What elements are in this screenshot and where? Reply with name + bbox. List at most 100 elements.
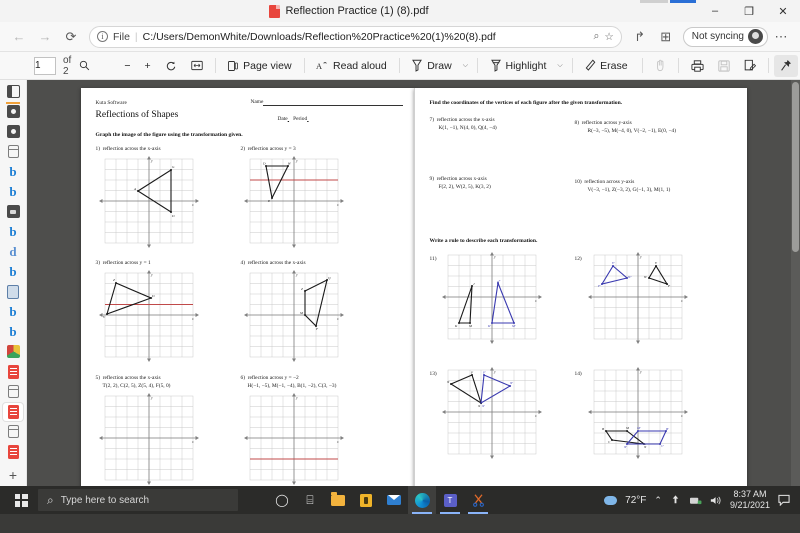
sidebar-item-pdf-1[interactable] — [3, 363, 23, 381]
sidebar-item-video-dark[interactable] — [3, 203, 23, 221]
print-button[interactable] — [685, 55, 710, 77]
avatar[interactable] — [748, 29, 763, 44]
omnibox-search-icon[interactable]: ⌕ — [593, 30, 599, 43]
fit-page-button[interactable] — [185, 55, 209, 77]
onedrive-icon[interactable] — [670, 494, 681, 506]
tray-expand-chevron-icon[interactable]: ⌃ — [654, 495, 662, 506]
browser-settings-icon[interactable]: ⋯ — [768, 25, 794, 49]
sidebar-item-book-blue[interactable] — [3, 283, 23, 301]
sidebar-item-profile-2[interactable] — [3, 123, 23, 141]
sidebar-item-bing-3[interactable]: b — [3, 223, 23, 241]
forward-icon[interactable]: → — [32, 25, 58, 49]
reader-scrollbar[interactable] — [791, 80, 800, 486]
favorite-star-icon[interactable]: ☆ — [604, 31, 613, 43]
reader-scrollbar-thumb[interactable] — [792, 82, 799, 252]
svg-text:x: x — [336, 440, 339, 444]
hand-tool-button[interactable] — [648, 55, 672, 77]
draw-button[interactable]: Draw — [405, 55, 458, 77]
svg-text:W': W' — [628, 275, 632, 279]
svg-text:x: x — [191, 203, 194, 207]
site-info-icon[interactable]: i — [97, 31, 108, 42]
pin-toolbar-button[interactable] — [774, 54, 798, 77]
read-aloud-button[interactable]: A Read aloud — [310, 55, 393, 77]
profile-sync-button[interactable]: Not syncing — [682, 26, 768, 47]
add-tab-button[interactable]: + — [3, 466, 23, 484]
clock[interactable]: 8:37 AM 9/21/2021 — [730, 489, 770, 510]
svg-text:Q: Q — [328, 276, 331, 280]
sidebar-item-pdf-current[interactable] — [3, 403, 23, 421]
action-center-icon[interactable] — [778, 494, 790, 506]
sidebar-item-bing-5[interactable]: b — [3, 303, 23, 321]
rotate-glyph — [166, 61, 175, 70]
draw-chevron-down-icon[interactable]: ⌵ — [460, 62, 471, 70]
bing-icon: b — [9, 224, 17, 240]
sidebar-item-bing-2[interactable]: b — [3, 183, 23, 201]
window-icon — [7, 425, 19, 439]
extensions-icon[interactable]: ⊞ — [653, 25, 679, 49]
rotate-button[interactable] — [159, 55, 183, 77]
svg-text:x: x — [191, 317, 194, 321]
svg-text:X: X — [477, 404, 481, 408]
svg-text:F': F' — [482, 371, 486, 375]
minimize-button[interactable]: – — [698, 0, 732, 22]
volume-icon[interactable] — [710, 495, 722, 506]
svg-text:G: G — [172, 165, 175, 169]
pdf-icon — [7, 444, 19, 459]
page-number-input[interactable] — [34, 56, 56, 75]
pdf-reader-viewport[interactable]: Kuta Software Reflections of Shapes Name… — [27, 80, 800, 486]
collections-icon[interactable]: ↱ — [627, 25, 653, 49]
sidebar-item-profile-1[interactable] — [3, 103, 23, 121]
erase-button[interactable]: Erase — [578, 55, 633, 77]
sidebar-item-window-grey-1[interactable] — [3, 143, 23, 161]
tab-inactive-marker[interactable] — [640, 0, 668, 3]
maximize-button[interactable]: ❐ — [732, 0, 766, 22]
sidebar-item-cube-color[interactable] — [3, 343, 23, 361]
taskbar-item-file-explorer[interactable] — [324, 486, 352, 514]
tab-active-marker[interactable] — [670, 0, 696, 3]
read-aloud-label: Read aloud — [333, 59, 387, 72]
window-icon — [7, 145, 19, 159]
zoom-out-button[interactable]: − — [118, 55, 136, 77]
url-text[interactable]: C:/Users/DemonWhite/Downloads/Reflection… — [143, 31, 589, 43]
find-icon[interactable] — [73, 55, 96, 77]
back-icon[interactable]: ← — [6, 25, 32, 49]
start-button[interactable] — [4, 486, 38, 514]
sidebar-item-window-grey-2[interactable] — [3, 383, 23, 401]
taskbar-item-microsoft-edge[interactable] — [408, 486, 436, 514]
save-button[interactable] — [712, 55, 736, 77]
page-view-button[interactable]: Page view — [221, 55, 297, 77]
search-input[interactable]: ⌕ Type here to search — [38, 489, 238, 511]
sidebar-item-sidebar-toggle[interactable] — [3, 83, 23, 104]
taskbar-item-snip-and-sketch[interactable] — [464, 486, 492, 514]
sidebar-item-window-grey-3[interactable] — [3, 423, 23, 441]
task-view-icon[interactable]: ⌸ — [296, 486, 324, 514]
svg-text:F: F — [315, 327, 319, 331]
svg-text:C': C' — [661, 444, 664, 448]
sidebar-item-pdf-2[interactable] — [3, 443, 23, 461]
svg-text:y: y — [493, 370, 496, 374]
close-button[interactable]: ✕ — [766, 0, 800, 22]
zoom-in-button[interactable]: + — [139, 55, 157, 77]
taskbar-item-microsoft-teams[interactable]: T — [436, 486, 464, 514]
taskbar-item-microsoft-store[interactable] — [352, 486, 380, 514]
mail-envelope-icon — [387, 495, 401, 505]
magnifier-glyph — [80, 60, 90, 71]
folder-icon — [331, 492, 345, 506]
taskbar-item-mail[interactable] — [380, 486, 408, 514]
address-omnibox[interactable]: i File | C:/Users/DemonWhite/Downloads/R… — [89, 25, 622, 48]
weather-cloud-icon — [604, 495, 618, 505]
svg-text:y: y — [150, 396, 153, 400]
sidebar-item-bing-6[interactable]: b — [3, 323, 23, 341]
window-controls: – ❐ ✕ — [698, 0, 800, 22]
reload-icon[interactable]: ⟳ — [58, 25, 84, 49]
sidebar-item-bing-4[interactable]: b — [3, 263, 23, 281]
highlight-button[interactable]: Highlight — [484, 55, 553, 77]
temperature-label: 72°F — [625, 494, 647, 506]
edit-annotation-button[interactable] — [738, 55, 762, 77]
highlight-chevron-down-icon[interactable]: ⌵ — [554, 62, 565, 70]
problem-3-label: 3) reflection across y = 1 — [95, 260, 151, 266]
network-icon[interactable] — [689, 495, 702, 506]
cortana-icon[interactable]: ◯ — [268, 486, 296, 514]
sidebar-item-clever-d[interactable]: d — [3, 243, 23, 261]
sidebar-item-bing-1[interactable]: b — [3, 163, 23, 181]
